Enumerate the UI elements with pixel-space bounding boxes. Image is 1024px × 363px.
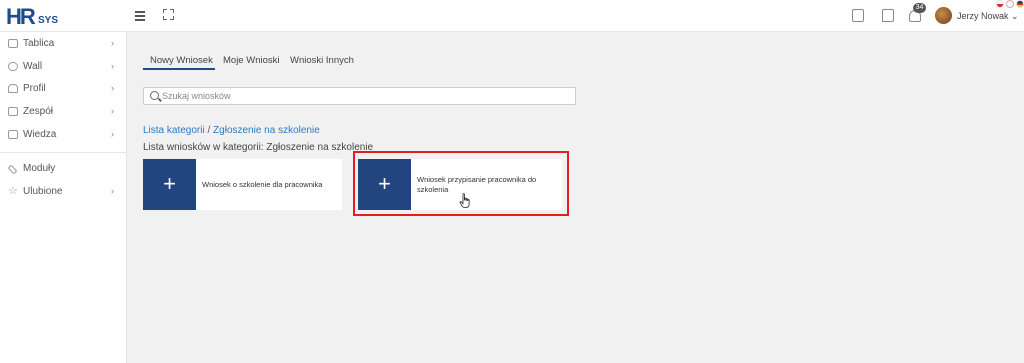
sidebar-item-zespol[interactable]: Zespół › <box>0 102 127 122</box>
flag-de-icon[interactable] <box>1016 0 1024 8</box>
fullscreen-icon[interactable] <box>163 9 174 20</box>
sidebar-item-label: Tablica <box>23 38 55 49</box>
menu-toggle-icon[interactable] <box>135 11 145 21</box>
star-icon: ☆ <box>8 184 18 197</box>
user-avatar[interactable] <box>935 7 952 24</box>
sidebar-item-label: Zespół <box>23 106 54 117</box>
chevron-right-icon: › <box>111 61 114 71</box>
chevron-down-icon: ⌄ <box>1011 11 1019 21</box>
flag-pl-icon[interactable] <box>996 0 1004 8</box>
clipboard-icon[interactable] <box>852 9 864 22</box>
chevron-right-icon: › <box>111 83 114 93</box>
chevron-right-icon: › <box>111 38 114 48</box>
monitor-icon <box>8 39 18 48</box>
flag-en-icon[interactable] <box>1006 0 1014 8</box>
sidebar-item-profil[interactable]: Profil › <box>0 79 127 99</box>
chevron-right-icon: › <box>111 129 114 139</box>
hand-cursor-icon <box>459 193 470 208</box>
tab-moje-wnioski[interactable]: Moje Wnioski <box>223 55 280 66</box>
tab-wnioski-innych[interactable]: Wnioski Innych <box>290 55 354 66</box>
active-tab-indicator <box>143 68 215 70</box>
chevron-right-icon: › <box>111 106 114 116</box>
sidebar-divider <box>0 152 127 153</box>
top-bar: HR SYS 34 Jerzy Nowak ⌄ <box>0 0 1024 32</box>
user-icon <box>8 84 18 93</box>
sidebar-item-tablica[interactable]: Tablica › <box>0 34 127 54</box>
breadcrumb-current-link[interactable]: Zgłoszenie na szkolenie <box>213 125 320 136</box>
sidebar-item-label: Moduły <box>23 163 56 174</box>
logo-main: HR <box>6 4 36 29</box>
logo-sub: SYS <box>38 15 59 26</box>
sidebar-item-ulubione[interactable]: ☆ Ulubione › <box>0 182 127 202</box>
hrsys-logo[interactable]: HR SYS <box>6 4 66 30</box>
sidebar-item-label: Profil <box>23 83 46 94</box>
add-icon: + <box>143 159 196 210</box>
search-icon <box>150 91 159 100</box>
sidebar-item-label: Ulubione <box>23 186 63 197</box>
user-menu[interactable]: Jerzy Nowak ⌄ <box>957 11 1019 22</box>
wrench-icon <box>7 164 18 175</box>
sidebar-item-moduly[interactable]: Moduły <box>0 159 127 179</box>
category-subtitle: Lista wniosków w kategorii: Zgłoszenie n… <box>143 142 374 153</box>
breadcrumb: Lista kategorii / Zgłoszenie na szkoleni… <box>143 125 320 136</box>
search-input[interactable] <box>162 89 562 103</box>
sidebar-item-wiedza[interactable]: Wiedza › <box>0 125 127 145</box>
search-box <box>143 87 576 105</box>
card-title: Wniosek o szkolenie dla pracownika <box>202 180 323 189</box>
tab-nowy-wniosek[interactable]: Nowy Wniosek <box>150 55 213 66</box>
sidebar-item-label: Wiedza <box>23 129 57 140</box>
sidebar-item-label: Wall <box>23 61 43 72</box>
breadcrumb-category-list-link[interactable]: Lista kategorii <box>143 125 205 136</box>
notification-count-badge: 34 <box>913 3 926 13</box>
sidebar-item-wall[interactable]: Wall › <box>0 57 127 77</box>
breadcrumb-separator: / <box>207 125 211 136</box>
user-name: Jerzy Nowak <box>957 11 1009 21</box>
sidebar: Tablica › Wall › Profil › Zespół › Wiedz… <box>0 32 127 363</box>
book-icon <box>8 130 18 139</box>
chat-bubble-icon <box>8 62 18 71</box>
messages-icon[interactable] <box>882 9 894 22</box>
team-icon <box>8 107 18 116</box>
chevron-right-icon: › <box>111 186 114 196</box>
request-card-training[interactable]: + Wniosek o szkolenie dla pracownika <box>143 159 342 210</box>
